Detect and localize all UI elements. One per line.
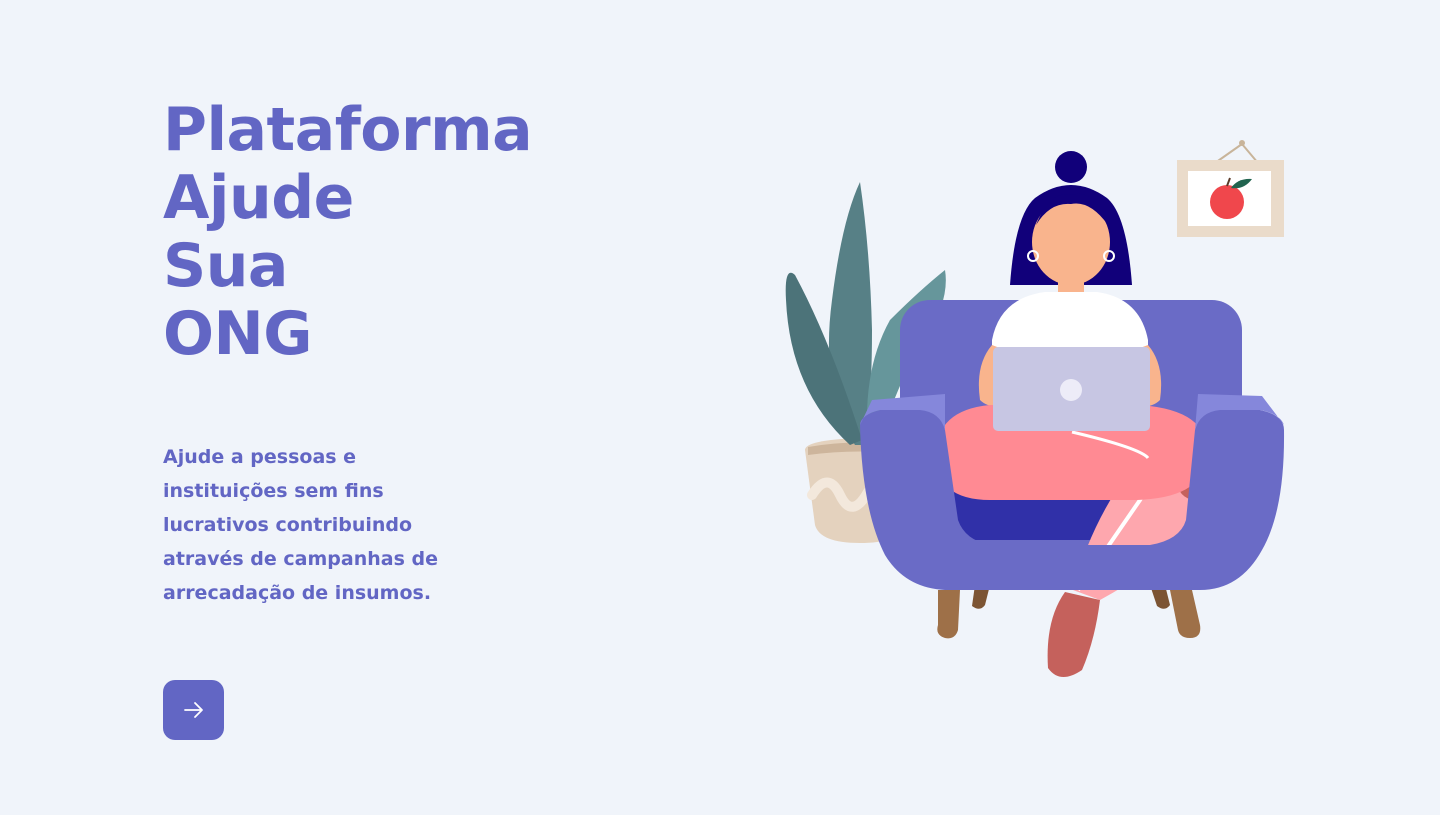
hero-title-line: Plataforma xyxy=(163,95,533,165)
hero-title-line: ONG xyxy=(163,299,312,369)
hero-illustration xyxy=(785,140,1285,678)
hero-title-line: Sua xyxy=(163,231,288,301)
arrow-right-icon xyxy=(183,702,203,718)
hero-description: Ajude a pessoas e instituições sem fins … xyxy=(163,446,438,604)
hero-title: Plataforma Ajude Sua ONG xyxy=(163,96,583,368)
wall-picture xyxy=(1177,140,1284,237)
laptop xyxy=(993,347,1150,431)
hero-title-line: Ajude xyxy=(163,163,354,233)
next-button[interactable] xyxy=(163,680,224,740)
